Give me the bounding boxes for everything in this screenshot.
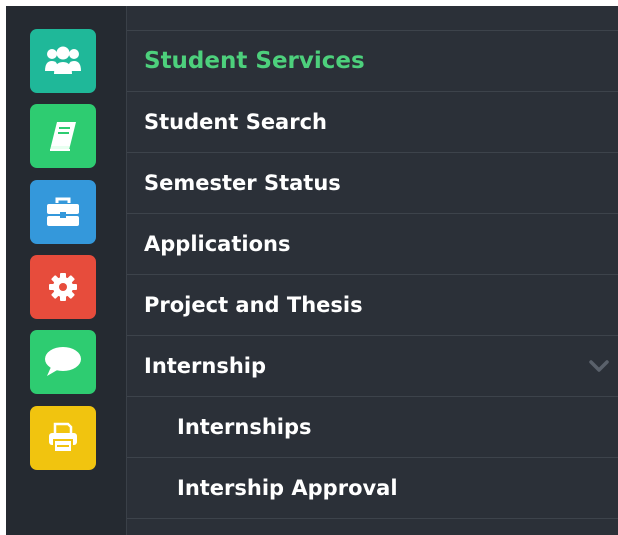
- menu-item-label: Semester Status: [144, 171, 341, 195]
- briefcase-app-button[interactable]: [30, 180, 96, 244]
- menu-item-project-and-thesis[interactable]: Project and Thesis: [127, 275, 618, 336]
- app-frame: Student Services Student Search Semester…: [6, 6, 618, 535]
- menu-item-student-search[interactable]: Student Search: [127, 92, 618, 153]
- messages-app-button[interactable]: [30, 330, 96, 394]
- users-app-button[interactable]: [30, 29, 96, 93]
- icon-rail: [6, 6, 127, 535]
- menu-item-label: Project and Thesis: [144, 293, 363, 317]
- submenu-item-label: Intership Approval: [177, 476, 398, 500]
- book-icon: [46, 119, 80, 153]
- chevron-down-icon[interactable]: [588, 354, 610, 378]
- submenu-item-label: Internships: [177, 415, 312, 439]
- users-icon: [43, 45, 83, 77]
- settings-app-button[interactable]: [30, 255, 96, 319]
- menu-top-divider: [127, 6, 618, 31]
- menu-item-semester-status[interactable]: Semester Status: [127, 153, 618, 214]
- submenu-item-internships[interactable]: Internships: [127, 397, 618, 458]
- briefcase-icon: [45, 196, 81, 228]
- menu-item-internship[interactable]: Internship: [127, 336, 618, 397]
- menu-item-label: Applications: [144, 232, 291, 256]
- menu-item-label: Internship: [144, 354, 267, 378]
- menu-item-applications[interactable]: Applications: [127, 214, 618, 275]
- sidebar-menu: Student Services Student Search Semester…: [127, 6, 618, 535]
- chat-bubble-icon: [43, 345, 83, 379]
- menu-title-label: Student Services: [144, 48, 365, 74]
- printer-icon: [46, 421, 80, 455]
- print-app-button[interactable]: [30, 406, 96, 470]
- submenu-item-intership-approval[interactable]: Intership Approval: [127, 458, 618, 519]
- menu-item-label: Student Search: [144, 110, 327, 134]
- menu-title-student-services[interactable]: Student Services: [127, 31, 618, 92]
- book-app-button[interactable]: [30, 104, 96, 168]
- gear-icon: [48, 272, 78, 302]
